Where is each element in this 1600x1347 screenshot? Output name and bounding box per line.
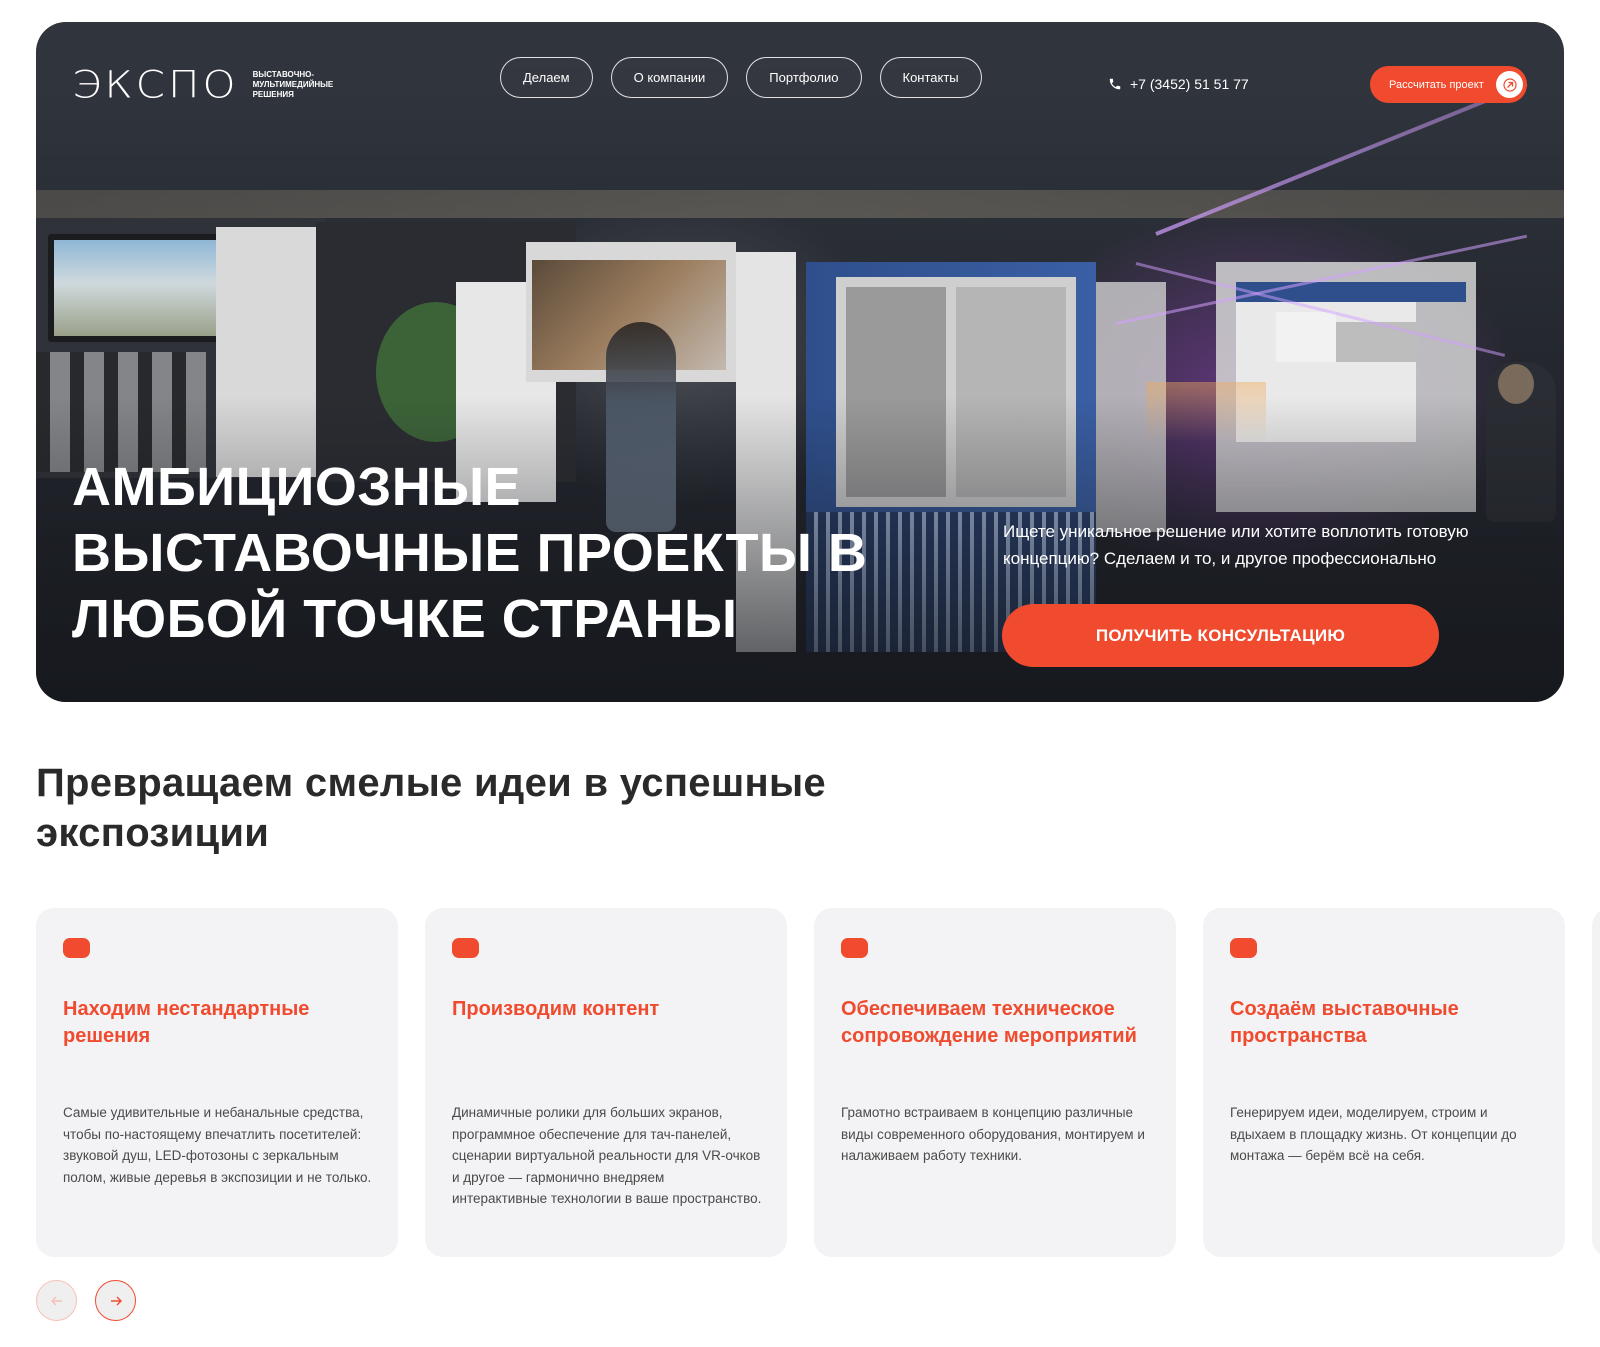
card-text: Самые удивительные и небанальные средств… bbox=[63, 1105, 372, 1185]
card-text: Грамотно встраиваем в концепцию различны… bbox=[841, 1105, 1145, 1164]
card-marker bbox=[841, 938, 868, 958]
phone-number: +7 (3452) 51 51 77 bbox=[1130, 76, 1249, 92]
service-card: Производим контент Динамичные ролики для… bbox=[425, 908, 787, 1257]
get-consultation-button[interactable]: ПОЛУЧИТЬ КОНСУЛЬТАЦИЮ bbox=[1002, 604, 1439, 667]
card-title: Обеспечиваем техническое сопровождение м… bbox=[841, 998, 1137, 1047]
arrow-up-right-icon bbox=[1496, 71, 1523, 98]
card-title: Создаём выставочные пространства bbox=[1230, 998, 1459, 1047]
card-marker bbox=[452, 938, 479, 958]
card-marker bbox=[1230, 938, 1257, 958]
services-title: Превращаем смелые идеи в успешные экспоз… bbox=[36, 761, 826, 855]
phone-link[interactable]: +7 (3452) 51 51 77 bbox=[1108, 76, 1249, 92]
phone-icon bbox=[1109, 78, 1121, 90]
card-text: Динамичные ролики для больших экранов, п… bbox=[452, 1105, 762, 1207]
card-marker bbox=[63, 938, 90, 958]
prev-button[interactable] bbox=[36, 1280, 77, 1321]
nav-item-portfolio[interactable]: Портфолио bbox=[746, 57, 862, 98]
carousel-pager bbox=[36, 1280, 136, 1321]
main-nav: Делаем О компании Портфолио Контакты bbox=[500, 57, 982, 98]
nav-item-about[interactable]: О компании bbox=[610, 57, 729, 98]
next-button[interactable] bbox=[95, 1280, 136, 1321]
service-card: Находим нестандартные решения Самые удив… bbox=[36, 908, 398, 1257]
calculate-project-label: Рассчитать проект bbox=[1389, 78, 1484, 91]
services-carousel: Находим нестандартные решения Самые удив… bbox=[36, 908, 1600, 1258]
logo[interactable]: ЭКСПО ВЫСТАВОЧНО-МУЛЬТИМЕДИЙНЫЕ РЕШЕНИЯ bbox=[72, 64, 349, 106]
hero-title: АМБИЦИОЗНЫЕ ВЫСТАВОЧНЫЕ ПРОЕКТЫ В ЛЮБОЙ … bbox=[72, 457, 868, 649]
hero-banner: ЭКСПО ВЫСТАВОЧНО-МУЛЬТИМЕДИЙНЫЕ РЕШЕНИЯ … bbox=[36, 22, 1564, 702]
nav-item-contacts[interactable]: Контакты bbox=[879, 57, 982, 98]
card-text: Генерируем идеи, моделируем, строим и вд… bbox=[1230, 1105, 1517, 1164]
logo-subtitle: ВЫСТАВОЧНО-МУЛЬТИМЕДИЙНЫЕ РЕШЕНИЯ bbox=[252, 70, 334, 99]
arrow-left-icon bbox=[50, 1296, 62, 1305]
card-title: Производим контент bbox=[452, 998, 660, 1020]
service-card-peek bbox=[1592, 908, 1600, 1257]
arrow-right-icon bbox=[110, 1296, 122, 1305]
service-card: Обеспечиваем техническое сопровождение м… bbox=[814, 908, 1176, 1257]
calculate-project-button[interactable]: Рассчитать проект bbox=[1370, 66, 1527, 103]
hero-description: Ищете уникальное решение или хотите вопл… bbox=[1003, 522, 1469, 568]
card-title: Находим нестандартные решения bbox=[63, 998, 310, 1047]
service-card: Создаём выставочные пространства Генерир… bbox=[1203, 908, 1565, 1257]
nav-item-delaem[interactable]: Делаем bbox=[500, 57, 593, 98]
logo-wordmark: ЭКСПО bbox=[72, 62, 239, 107]
